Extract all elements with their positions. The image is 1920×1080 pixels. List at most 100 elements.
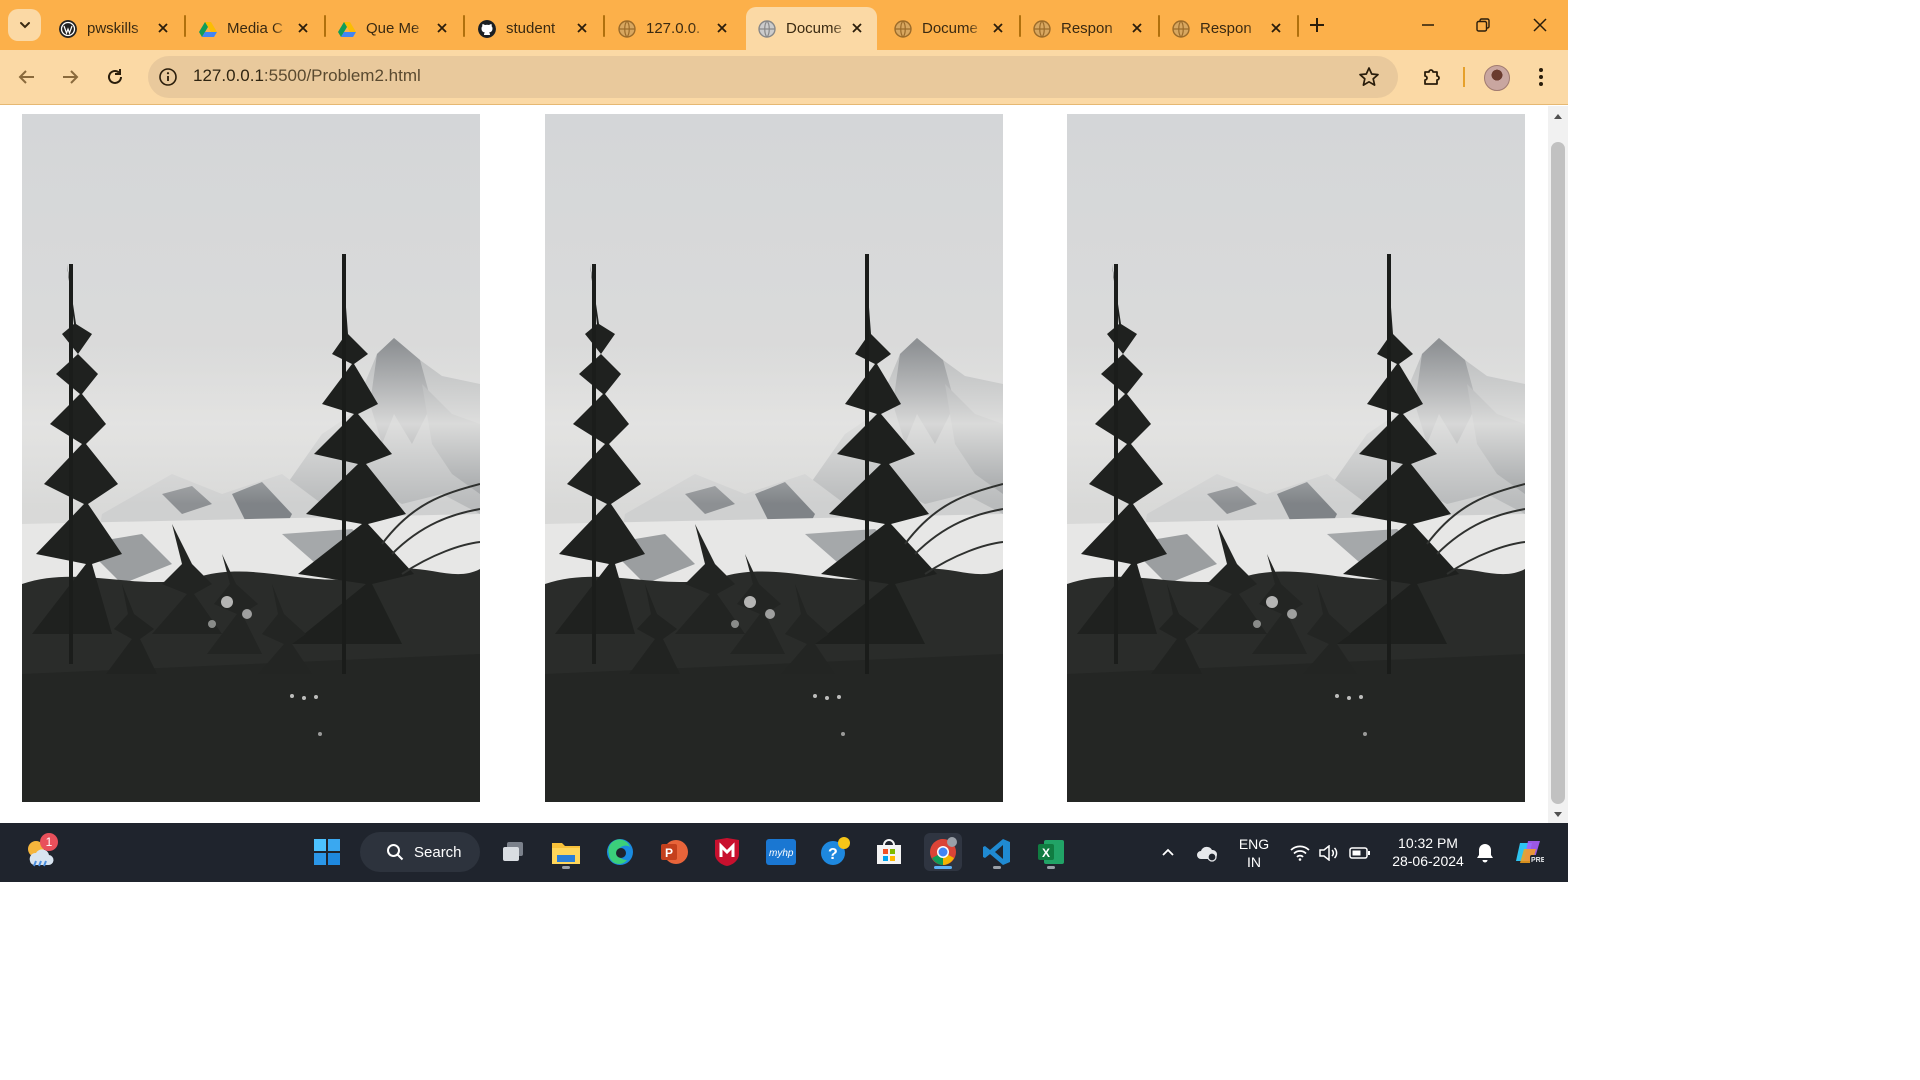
taskbar-edge[interactable] [601,833,639,871]
tab-student[interactable]: student [466,7,602,50]
tab-localhost[interactable]: 127.0.0. [606,7,742,50]
clock[interactable]: 10:32 PM 28-06-2024 [1384,834,1472,870]
puzzle-icon [1424,69,1440,85]
scroll-down-arrow-icon[interactable] [1553,809,1563,819]
browser-toolbar: 127.0.0.1:5500/Problem2.html [0,50,1568,105]
wifi-tray[interactable] [1289,842,1311,864]
taskbar-powerpoint[interactable]: P [655,833,693,871]
cloud-icon [1197,846,1218,862]
extensions-button[interactable] [1417,62,1447,92]
close-icon[interactable] [712,18,732,38]
copilot-icon: PRE [1516,841,1544,864]
svg-text:PRE: PRE [1531,857,1544,864]
store-icon [877,839,901,864]
tab-pwskills[interactable]: pwskills [47,7,183,50]
onedrive-tray[interactable] [1196,842,1218,864]
more-vertical-icon [1539,68,1543,86]
tab-que-me[interactable]: Que Me [326,7,462,50]
search-label: Search [414,843,462,861]
speaker-icon [1319,845,1338,861]
running-indicator [993,866,1001,869]
show-hidden-icons-button[interactable] [1157,842,1179,864]
close-window-button[interactable] [1525,10,1555,40]
close-icon[interactable] [293,18,313,38]
tab-title: student [506,20,556,37]
taskbar-search[interactable]: Search [360,832,480,872]
tab-media[interactable]: Media C [187,7,323,50]
close-icon[interactable] [572,18,592,38]
tab-title: Media C [227,20,283,37]
browser-menu-button[interactable] [1526,62,1556,92]
forward-button[interactable] [55,62,85,92]
tab-strip: pwskills Media C Que Me student 127.0.0.… [0,0,1568,50]
volume-tray[interactable] [1318,842,1340,864]
svg-text:myhp: myhp [769,848,794,859]
tab-separator [1297,15,1299,37]
scroll-up-arrow-icon[interactable] [1553,112,1563,122]
running-indicator [1047,866,1055,869]
close-icon[interactable] [988,18,1008,38]
tab-title: pwskills [87,20,139,37]
minimize-icon [1422,24,1434,26]
edge-icon [607,839,633,865]
restore-button[interactable] [1468,10,1498,40]
taskbar-get-help[interactable]: ? [816,833,854,871]
tab-title: 127.0.0. [646,20,701,37]
tab-title: Respon [1200,20,1252,37]
close-icon[interactable] [432,18,452,38]
tab-document-active[interactable]: Docume [746,7,877,50]
close-icon[interactable] [847,18,867,38]
restore-icon [1476,18,1490,32]
mcafee-icon [715,838,739,866]
language-region: IN [1247,854,1261,870]
arrow-right-icon [63,70,79,84]
tab-title: Docume [922,20,978,37]
wifi-icon [1290,845,1310,861]
reload-button[interactable] [100,62,130,92]
task-view-icon [503,842,523,861]
url-path: :5500/Problem2.html [263,66,421,85]
taskbar-file-explorer[interactable] [547,833,585,871]
profile-avatar[interactable] [1484,65,1510,91]
chrome-icon [930,837,957,865]
close-icon[interactable] [1127,18,1147,38]
copilot-button[interactable]: PRE [1514,837,1544,867]
new-tab-button[interactable] [1303,11,1331,39]
bookmark-star-icon[interactable] [1358,66,1380,88]
taskbar-chrome[interactable] [924,833,962,871]
page-scrollbar[interactable] [1548,106,1568,823]
taskbar-vscode[interactable] [978,833,1016,871]
language-indicator[interactable]: ENG IN [1234,835,1274,871]
weather-widget[interactable]: 1 [20,833,58,871]
close-icon[interactable] [1266,18,1286,38]
chevron-up-icon [1162,848,1174,856]
back-button[interactable] [12,62,42,92]
globe-icon [618,19,636,38]
address-bar[interactable]: 127.0.0.1:5500/Problem2.html [148,56,1398,98]
start-button[interactable] [308,833,346,871]
forest-mountain-photo-2 [545,114,1003,802]
close-icon[interactable] [153,18,173,38]
myhp-icon: myhp [766,839,796,865]
tab-title: Que Me [366,20,420,37]
tab-response-2[interactable]: Respon [1160,7,1296,50]
notifications-button[interactable] [1474,842,1496,864]
toolbar-divider [1463,67,1465,87]
tab-separator [463,15,465,37]
tab-document[interactable]: Docume [882,7,1018,50]
tab-search-button[interactable] [8,9,41,41]
info-icon[interactable] [158,67,178,87]
clock-date: 28-06-2024 [1392,853,1464,869]
taskbar-excel[interactable]: X [1032,833,1070,871]
scrollbar-thumb[interactable] [1551,142,1565,804]
taskbar-myhp[interactable]: myhp [762,833,800,871]
minimize-button[interactable] [1413,10,1443,40]
taskbar-task-view[interactable] [494,833,532,871]
battery-tray[interactable] [1349,842,1371,864]
plus-icon [1310,18,1324,32]
taskbar-mcafee[interactable] [708,833,746,871]
tab-response-1[interactable]: Respon [1021,7,1157,50]
chevron-down-icon [19,22,30,29]
taskbar-store[interactable] [870,833,908,871]
github-icon [478,19,496,38]
